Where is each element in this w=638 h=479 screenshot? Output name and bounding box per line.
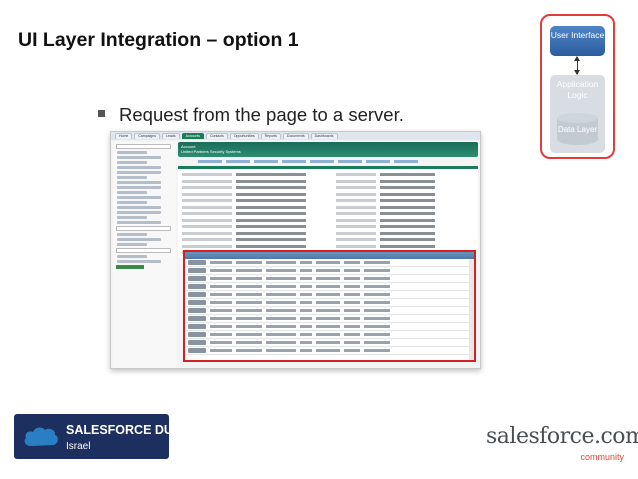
tab-item: Reports — [260, 133, 281, 139]
detail-row — [182, 198, 474, 203]
tab-item: Home — [115, 133, 133, 139]
table-row — [185, 307, 474, 315]
table-row — [185, 275, 474, 283]
sidebar — [113, 142, 176, 368]
sfc-community: community — [580, 452, 624, 462]
detail-row — [182, 172, 474, 177]
related-list-header — [185, 252, 474, 259]
table-row — [185, 347, 474, 355]
layer-diagram: User Interface Application Logic Data La… — [540, 14, 615, 159]
tab-item: Campaigns — [134, 133, 161, 139]
table-row — [185, 323, 474, 331]
ui-layer-box: User Interface — [550, 26, 605, 56]
detail-row — [182, 224, 474, 229]
bullet-item: Request from the page to a server. — [98, 104, 404, 126]
backend-layers: Application Logic Data Layer — [550, 75, 605, 153]
double-arrow-icon — [574, 56, 580, 75]
table-row — [185, 291, 474, 299]
salesforce-dug-logo: SALESFORCE DUG Israel — [14, 414, 183, 459]
scrollbar — [469, 259, 474, 360]
table-row — [185, 267, 474, 275]
bullet-text: Request from the page to a server. — [119, 104, 404, 125]
tab-item: Leads — [162, 133, 180, 139]
table-row — [185, 339, 474, 347]
tab-item: Documents — [282, 133, 309, 139]
detail-row — [182, 211, 474, 216]
create-new-dropdown — [116, 144, 171, 149]
detail-row — [182, 192, 474, 197]
detail-row — [182, 237, 474, 242]
tab-item: Opportunities — [229, 133, 259, 139]
table-row — [185, 299, 474, 307]
data-layer-label: Data Layer — [557, 125, 598, 134]
detail-row — [182, 185, 474, 190]
slide-title: UI Layer Integration – option 1 — [18, 29, 299, 51]
table-row — [185, 259, 474, 267]
salesforce-community-logo: salesforce.com community — [486, 424, 638, 466]
detail-row — [182, 205, 474, 210]
dug-location: Israel — [66, 441, 91, 452]
table-row — [185, 331, 474, 339]
detail-row — [182, 179, 474, 184]
table-row — [185, 315, 474, 323]
related-links — [178, 158, 478, 164]
bullet-square-icon — [98, 110, 105, 117]
detail-row — [182, 244, 474, 249]
app-layer-label: Application Logic — [556, 79, 599, 100]
detail-row — [182, 218, 474, 223]
dug-name: SALESFORCE DUG — [66, 423, 183, 437]
account-header: Account United Partners Security Systems — [178, 142, 478, 157]
table-row — [185, 283, 474, 291]
tab-item: Contacts — [206, 133, 228, 139]
search-input — [116, 226, 171, 231]
detail-row — [182, 231, 474, 236]
database-icon: Data Layer — [557, 113, 598, 147]
sfc-wordmark: salesforce.com — [486, 424, 638, 449]
cloud-icon — [24, 427, 58, 446]
tab-bar: Home Campaigns Leads Accounts Contacts Opport… — [111, 132, 480, 140]
related-list-highlight — [183, 250, 476, 362]
tab-item: Dashboards — [310, 133, 338, 139]
tab-item: Accounts — [181, 133, 205, 139]
detail-section — [178, 166, 478, 258]
recycle-bin-icon — [116, 265, 144, 269]
